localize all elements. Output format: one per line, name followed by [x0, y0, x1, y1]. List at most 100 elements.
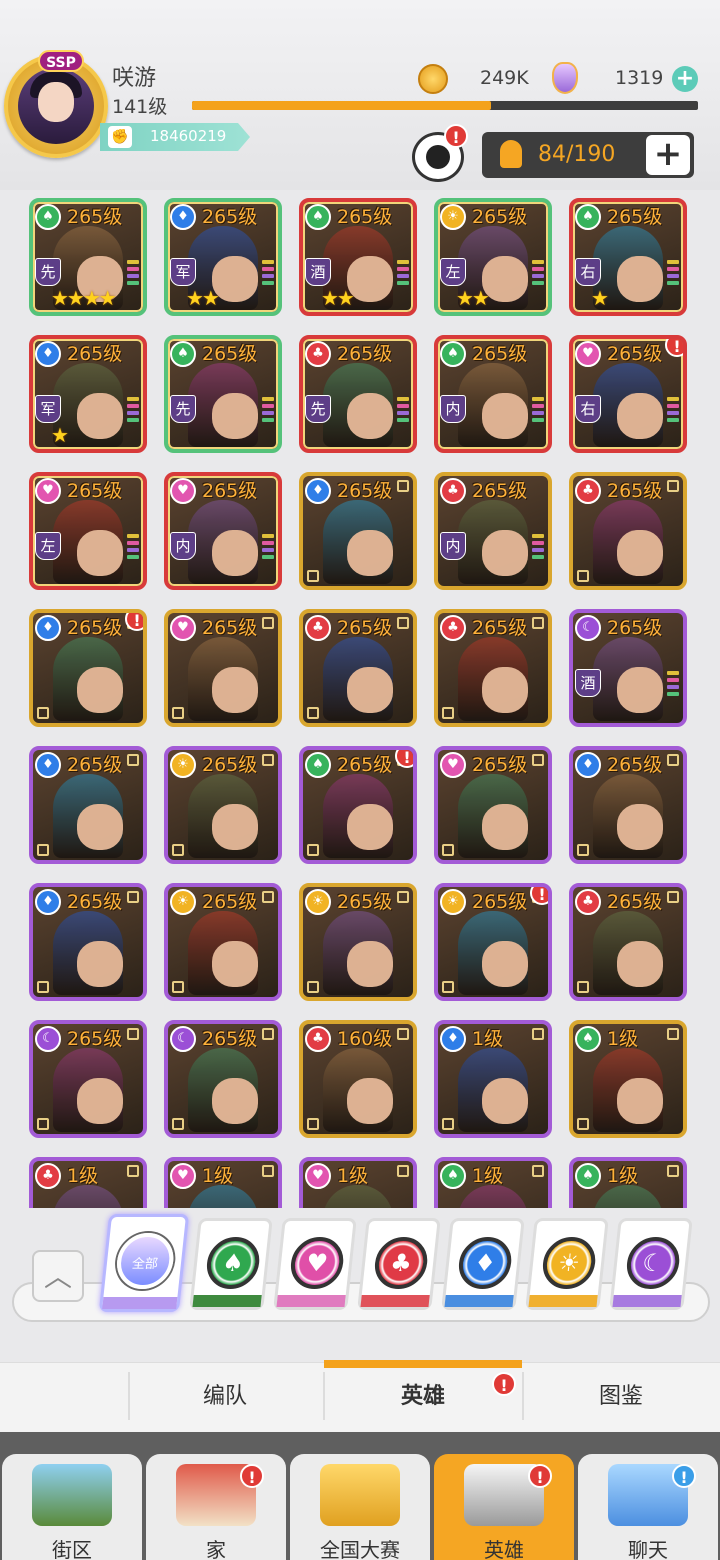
hero-card[interactable]: ☀ 265级左 ★★: [434, 198, 552, 316]
hero-face: [212, 1078, 258, 1124]
add-gems-button[interactable]: +: [672, 66, 698, 92]
coin-icon: [418, 64, 448, 94]
hero-card[interactable]: ♦ 265级军 ★★: [164, 198, 282, 316]
hero-stat-bars: [127, 260, 139, 288]
hero-level: 265级: [202, 1028, 258, 1050]
hero-level: 1级: [607, 1028, 639, 1050]
club-faction-icon: ♣: [305, 1026, 331, 1052]
hero-card[interactable]: ♣ 265级: [569, 472, 687, 590]
filter-color-strip: [528, 1295, 598, 1307]
hero-level: 265级: [472, 754, 528, 776]
hero-card[interactable]: ♥ 1级: [164, 1157, 282, 1208]
hero-level: 265级: [202, 206, 258, 228]
nav-home[interactable]: 家 !: [146, 1454, 286, 1560]
hero-card[interactable]: ♦ 265级军 ★: [29, 335, 147, 453]
hero-card[interactable]: ♠ 1级: [434, 1157, 552, 1208]
exp-bar: [192, 101, 698, 110]
hero-position-badge: 先: [305, 395, 331, 423]
hero-portrait: [593, 911, 663, 995]
hero-portrait: [53, 1048, 123, 1132]
hero-card[interactable]: ♠ 265级先: [164, 335, 282, 453]
spade-faction-icon: ♠: [575, 1026, 601, 1052]
hero-card[interactable]: ☀ 265级!: [434, 883, 552, 1001]
tab-heroes-alert: !: [492, 1372, 516, 1396]
filter-diamond[interactable]: ♦: [441, 1218, 525, 1310]
moon-faction-icon: ☾: [35, 1026, 61, 1052]
hero-face: [617, 804, 663, 850]
diamond-faction-icon: ♦: [456, 1237, 514, 1289]
hero-card[interactable]: ♦ 265级: [569, 746, 687, 864]
hero-card[interactable]: ♥ 265级左: [29, 472, 147, 590]
hero-position-badge: 内: [170, 532, 196, 560]
hero-card[interactable]: ♦ 1级: [434, 1020, 552, 1138]
hero-card[interactable]: ☀ 265级: [164, 746, 282, 864]
hero-card[interactable]: ♣ 265级: [569, 883, 687, 1001]
card-corner-ornament: [307, 1118, 319, 1130]
hero-stars: ★: [51, 423, 69, 447]
filter-spade[interactable]: ♠: [189, 1218, 273, 1310]
card-corner-ornament: [577, 1118, 589, 1130]
hero-card[interactable]: ♣ 265级: [299, 609, 417, 727]
hero-card[interactable]: ♠ 1级: [569, 1157, 687, 1208]
hero-card[interactable]: ♣ 160级: [299, 1020, 417, 1138]
filter-color-strip: [444, 1295, 514, 1307]
hero-card[interactable]: ♣ 265级先: [299, 335, 417, 453]
spade-faction-icon: ♠: [170, 341, 196, 367]
hero-card[interactable]: ☀ 265级: [299, 883, 417, 1001]
hero-card[interactable]: ♥ 265级: [434, 746, 552, 864]
filter-all[interactable]: 全部: [98, 1214, 190, 1312]
filter-heart[interactable]: ♥: [273, 1218, 357, 1310]
hero-face: [617, 393, 663, 439]
hero-position-badge: 军: [35, 395, 61, 423]
nav-chat[interactable]: 聊天 !: [578, 1454, 718, 1560]
nav-home-alert: !: [240, 1464, 264, 1488]
hero-stat-bars: [127, 397, 139, 425]
player-avatar[interactable]: SSP: [4, 50, 108, 158]
card-corner-ornament: [262, 891, 274, 903]
sun-faction-icon: ☀: [540, 1237, 598, 1289]
filter-club[interactable]: ♣: [357, 1218, 441, 1310]
hero-card[interactable]: ☾ 265级酒: [569, 609, 687, 727]
spade-faction-icon: ♠: [575, 1163, 601, 1189]
hero-card[interactable]: ♠ 265级内: [434, 335, 552, 453]
hero-card[interactable]: ♦ 265级!: [29, 609, 147, 727]
nav-heroes[interactable]: 英雄 !: [434, 1454, 574, 1560]
nav-street[interactable]: 街区: [2, 1454, 142, 1560]
hero-card[interactable]: ♦ 265级: [29, 883, 147, 1001]
hero-card[interactable]: ♠ 1级: [569, 1020, 687, 1138]
hero-level: 265级: [472, 343, 528, 365]
hero-card[interactable]: ☾ 265级: [164, 1020, 282, 1138]
hero-card[interactable]: ♣ 265级内: [434, 472, 552, 590]
filter-moon[interactable]: ☾: [609, 1218, 693, 1310]
hero-card[interactable]: ☀ 265级: [164, 883, 282, 1001]
hero-card[interactable]: ♠ 265级!: [299, 746, 417, 864]
hero-card[interactable]: ♥ 265级: [164, 609, 282, 727]
hero-card[interactable]: ♥ 1级: [299, 1157, 417, 1208]
hero-level: 265级: [607, 343, 663, 365]
nav-street-label: 街区: [52, 1538, 92, 1560]
fist-icon: ✊: [108, 126, 132, 148]
tab-collection[interactable]: 图鉴: [522, 1378, 720, 1410]
hero-face: [77, 1078, 123, 1124]
hero-card[interactable]: ♦ 265级: [299, 472, 417, 590]
hero-portrait: [458, 911, 528, 995]
hero-card[interactable]: ♥ 265级右!: [569, 335, 687, 453]
moon-faction-icon: ☾: [624, 1237, 682, 1289]
hero-card[interactable]: ♣ 265级: [434, 609, 552, 727]
scroll-up-button[interactable]: ︿: [32, 1250, 84, 1302]
hero-card[interactable]: ♠ 265级酒 ★★: [299, 198, 417, 316]
card-corner-ornament: [442, 1118, 454, 1130]
card-corner-ornament: [532, 1165, 544, 1177]
hero-face: [482, 667, 528, 713]
nav-tournament[interactable]: 全国大赛: [290, 1454, 430, 1560]
hero-card[interactable]: ♠ 265级右 ★: [569, 198, 687, 316]
hero-card[interactable]: ♥ 265级内: [164, 472, 282, 590]
hero-card[interactable]: ♣ 1级: [29, 1157, 147, 1208]
hero-level: 265级: [337, 617, 393, 639]
tab-formation[interactable]: 编队: [126, 1378, 324, 1410]
hero-card[interactable]: ♠ 265级先 ★★★★: [29, 198, 147, 316]
hero-card[interactable]: ♦ 265级: [29, 746, 147, 864]
expand-capacity-button[interactable]: +: [646, 135, 690, 175]
filter-sun[interactable]: ☀: [525, 1218, 609, 1310]
hero-card[interactable]: ☾ 265级: [29, 1020, 147, 1138]
